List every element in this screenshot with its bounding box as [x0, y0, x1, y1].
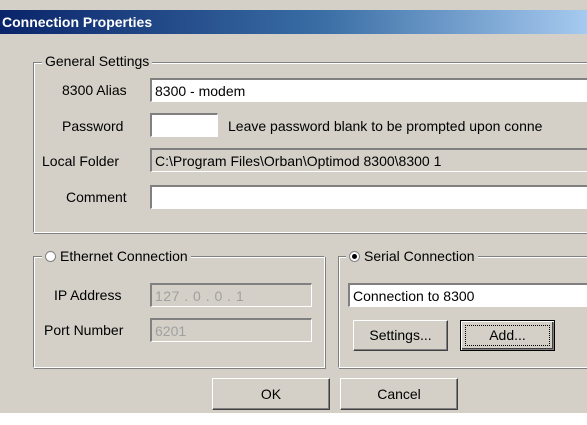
- ethernet-radio[interactable]: [45, 250, 56, 262]
- port-number-label: Port Number: [44, 322, 124, 338]
- cancel-button-label: Cancel: [377, 386, 421, 402]
- local-folder-field: C:\Program Files\Orban\Optimod 8300\8300…: [150, 148, 587, 172]
- ip-address-label: IP Address: [54, 287, 122, 303]
- port-number-field: 6201: [150, 318, 312, 342]
- add-button[interactable]: Add...: [460, 320, 555, 351]
- password-hint: Leave password blank to be prompted upon…: [228, 118, 543, 134]
- window-title: Connection Properties: [2, 14, 153, 30]
- serial-connection-select[interactable]: Connection to 8300: [348, 283, 587, 307]
- cancel-button[interactable]: Cancel: [340, 378, 458, 410]
- password-input[interactable]: [150, 113, 218, 137]
- radio-selected-dot: [352, 253, 357, 259]
- title-bar[interactable]: Connection Properties: [0, 10, 587, 34]
- bottom-strip: [0, 413, 587, 425]
- serial-connection-group: [338, 256, 587, 368]
- ok-button-label: OK: [260, 386, 282, 402]
- comment-label: Comment: [66, 189, 127, 205]
- serial-radio-option[interactable]: Serial Connection: [346, 248, 478, 264]
- ok-button[interactable]: OK: [212, 378, 330, 410]
- local-folder-label: Local Folder: [42, 153, 120, 169]
- connection-properties-dialog: Connection Properties General Settings 8…: [0, 0, 587, 425]
- general-settings-title: General Settings: [42, 53, 153, 69]
- serial-radio[interactable]: [349, 250, 360, 262]
- settings-button[interactable]: Settings...: [353, 320, 448, 351]
- ip-address-field: 127 . 0 . 0 . 1: [150, 283, 312, 307]
- add-button-label: Add...: [489, 327, 526, 343]
- ethernet-connection-label: Ethernet Connection: [60, 248, 188, 264]
- comment-input[interactable]: [150, 185, 587, 209]
- settings-button-label: Settings...: [369, 327, 432, 343]
- ethernet-radio-option[interactable]: Ethernet Connection: [42, 248, 191, 264]
- alias-input[interactable]: 8300 - modem: [150, 78, 587, 102]
- ethernet-connection-group: [33, 256, 325, 368]
- password-label: Password: [62, 118, 124, 134]
- alias-label: 8300 Alias: [62, 82, 127, 98]
- serial-connection-label: Serial Connection: [364, 248, 475, 264]
